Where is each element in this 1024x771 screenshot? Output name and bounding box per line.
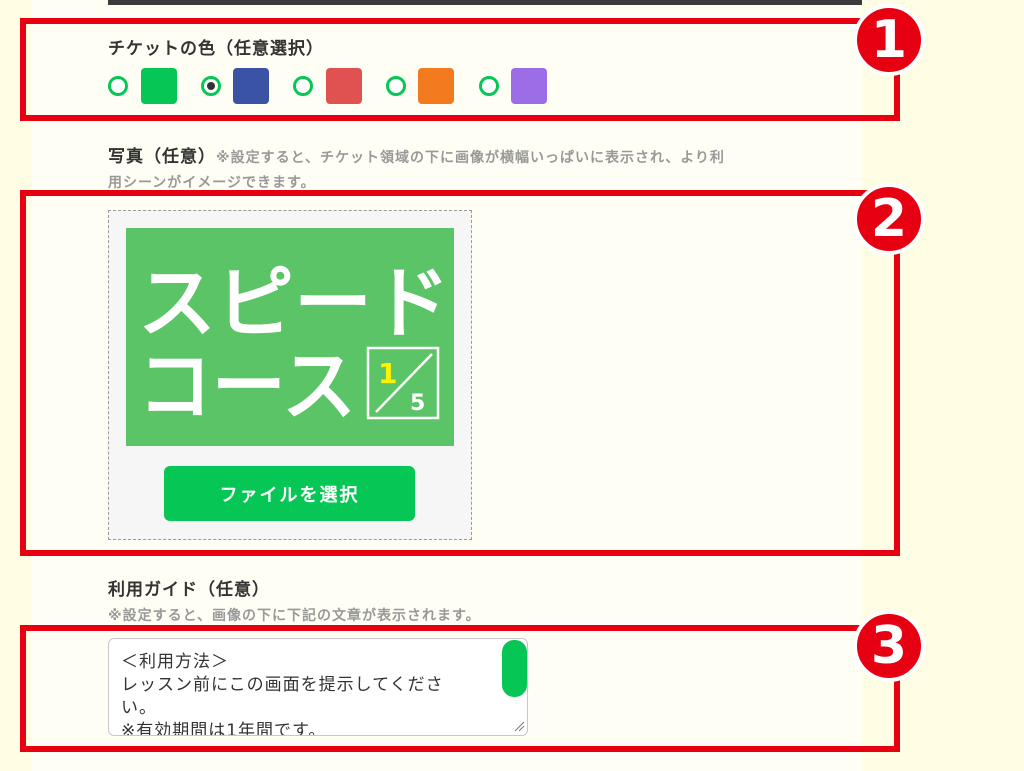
highlight-box-3	[20, 625, 900, 752]
photo-section-label: 写真（任意）※設定すると、チケット領域の下に画像が横幅いっぱいに表示され、より利	[108, 142, 725, 167]
guide-note: ※設定すると、画像の下に下記の文章が表示されます。	[108, 608, 481, 624]
photo-note-line1: ※設定すると、チケット領域の下に画像が横幅いっぱいに表示され、より利	[216, 150, 725, 166]
step-badge-3: 3	[853, 610, 925, 682]
highlight-box-1	[20, 18, 900, 121]
step-badge-2: 2	[853, 183, 925, 255]
guide-label: 利用ガイド（任意）	[108, 580, 270, 600]
highlight-box-2	[20, 190, 900, 556]
step-badge-1: 1	[853, 4, 925, 76]
top-divider	[108, 0, 862, 5]
photo-label: 写真（任意）	[108, 147, 216, 167]
photo-note-line2: 用シーンがイメージできます。	[108, 175, 316, 191]
